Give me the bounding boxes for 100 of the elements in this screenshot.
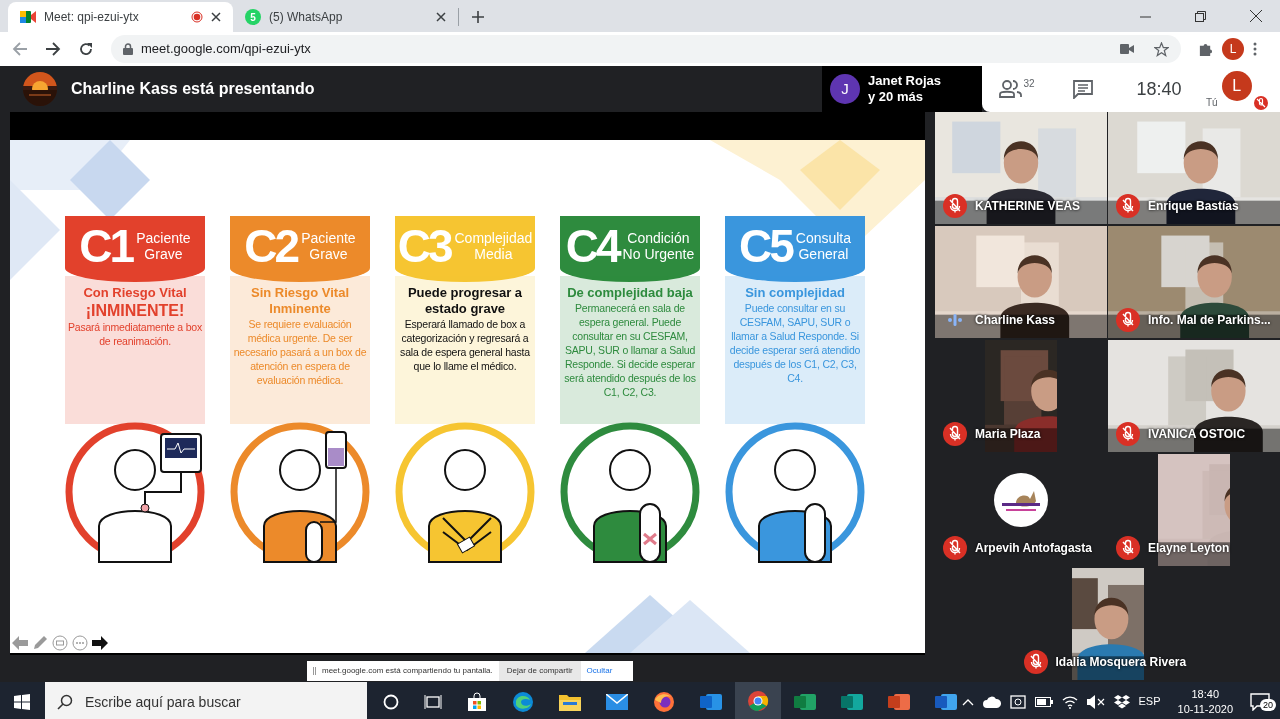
mail-icon[interactable]	[606, 693, 628, 710]
task-view-icon[interactable]	[424, 693, 442, 710]
participant-tile[interactable]: Info. Mal de Parkins...	[1108, 226, 1280, 338]
stop-sharing-button[interactable]: Dejar de compartir	[498, 661, 581, 681]
category-title: Paciente	[136, 230, 191, 246]
cloud-icon[interactable]	[982, 695, 1001, 708]
category-code: C1	[79, 223, 133, 269]
card-heading: Sin Riesgo Vital Inminente	[250, 285, 350, 317]
card-text: Puede consultar en su CESFAM, SAPU, SUR o llamar a Salud Responde. Si decide esperar será atendido después de los C1, C2, C3, C4.	[728, 301, 862, 385]
drag-handle-icon[interactable]	[313, 667, 316, 675]
edge-icon[interactable]	[512, 690, 534, 713]
meeting-clock: 18:40	[1135, 77, 1183, 101]
notification-count: 20	[1260, 698, 1276, 711]
lock-icon	[123, 43, 133, 55]
hide-link[interactable]: Ocultar	[586, 665, 613, 677]
publisher-icon[interactable]	[841, 691, 863, 712]
star-icon[interactable]	[1154, 41, 1169, 57]
taskbar-time: 18:40	[1191, 686, 1220, 702]
video-camera-icon[interactable]	[1120, 44, 1134, 54]
outlook-icon[interactable]	[700, 691, 722, 712]
tray-app-icon[interactable]	[1009, 693, 1026, 710]
chat-icon[interactable]	[1073, 79, 1093, 99]
chevron-up-icon[interactable]	[961, 697, 974, 706]
people-icon[interactable]	[999, 80, 1024, 98]
category-code: C2	[244, 223, 298, 269]
puzzle-icon[interactable]	[1198, 41, 1213, 57]
more-count: y 20 más	[868, 89, 924, 105]
card-text: Permanecerá en sala de espera general. Puede consultar en su CESFAM, SAPU, SUR o llamar a Salud Responde. Si decide esperar será atendido después de los C1, C2, C3.	[563, 301, 697, 399]
pen-icon[interactable]	[32, 635, 48, 651]
forward-arrow-icon[interactable]	[45, 41, 61, 57]
clock[interactable]: 18:40 10-11-2020	[1177, 686, 1233, 717]
participant-avatar: J	[830, 74, 860, 104]
windows-start-icon[interactable]	[14, 693, 30, 710]
participant-name: Idalia Mosquera Rivera	[1055, 654, 1187, 671]
card-heading: Con Riesgo Vital	[83, 285, 187, 301]
self-avatar[interactable]: L	[1221, 71, 1252, 101]
video-camera-icon	[20, 10, 36, 24]
tab-title: (5) WhatsApp	[269, 9, 344, 26]
search-icon	[57, 694, 73, 710]
category-title: Consulta	[795, 230, 852, 246]
language-indicator[interactable]: ESP	[1138, 693, 1161, 710]
participant-name: Info. Mal de Parkins...	[1148, 312, 1271, 329]
word-icon[interactable]	[935, 691, 957, 712]
category-title: Condición	[627, 230, 690, 246]
card-heading: De complejidad baja	[567, 285, 693, 301]
restore-icon[interactable]	[1195, 10, 1206, 22]
taskbar-date: 10-11-2020	[1177, 701, 1233, 717]
reload-icon[interactable]	[78, 41, 94, 57]
profile-avatar[interactable]: L	[1222, 38, 1244, 60]
participant-name: Elayne Leyton	[1148, 540, 1230, 557]
folder-icon[interactable]	[559, 692, 581, 711]
card-text: Se requiere evaluación médica urgente. De ser necesario pasará a un box de atención en espera de evaluación médica.	[232, 317, 368, 387]
category-title: No Urgente	[622, 246, 695, 262]
people-count: 32	[1023, 77, 1035, 91]
next-arrow-icon[interactable]	[92, 636, 108, 650]
store-icon[interactable]	[467, 691, 487, 712]
new-tab-icon[interactable]	[471, 10, 485, 24]
presenter-text: Charline Kass está presentando	[71, 79, 315, 99]
category-title: Paciente	[301, 230, 356, 246]
card-text: Esperará llamado de box a categorización y regresará a sala de espera general hasta que lo llame el médico.	[399, 317, 531, 373]
chrome-icon[interactable]	[747, 689, 769, 712]
browser-tab[interactable]: Meet: qpi-ezui-ytx	[8, 2, 233, 32]
slides-icon[interactable]	[52, 635, 68, 651]
firefox-icon[interactable]	[653, 690, 675, 713]
card-heading: Sin complejidad	[745, 285, 845, 301]
address-field[interactable]: meet.google.com/qpi-ezui-ytx	[111, 35, 1181, 63]
tab-badge: 5	[245, 9, 261, 25]
participant-name: Janet Rojas	[868, 73, 941, 89]
participants-preview[interactable]: J Janet Rojas y 20 más	[822, 66, 982, 112]
category-title: Complejidad	[454, 230, 533, 246]
back-arrow-icon[interactable]	[12, 41, 28, 57]
category-title: Grave	[309, 246, 348, 262]
participant-name: Enrique Bastías	[1148, 198, 1239, 215]
category-title: Grave	[144, 246, 183, 262]
card-heading: Puede progresar a estado grave	[406, 285, 524, 317]
dropbox-icon[interactable]	[1113, 694, 1130, 709]
self-label: Tú	[1206, 96, 1218, 110]
close-icon[interactable]	[436, 12, 446, 22]
wifi-icon[interactable]	[1061, 694, 1078, 709]
category-code: C5	[738, 223, 792, 269]
taskbar-search-field[interactable]: Escribe aquí para buscar	[45, 682, 367, 719]
category-code: C4	[565, 223, 619, 269]
participant-name: Arpevih Antofagasta	[975, 540, 1092, 557]
cortana-icon[interactable]	[383, 693, 399, 710]
participant-name: Maria Plaza	[975, 426, 1041, 443]
battery-icon	[1034, 696, 1053, 707]
menu-icon[interactable]	[1253, 42, 1257, 56]
excel-icon[interactable]	[794, 691, 816, 712]
volume-muted-icon[interactable]	[1086, 694, 1105, 709]
alert-text: ¡INMINENTE!	[85, 301, 185, 320]
url-text: meet.google.com/qpi-ezui-ytx	[141, 40, 312, 59]
participant-tile[interactable]: Enrique Bastías	[1108, 112, 1280, 224]
powerpoint-icon[interactable]	[888, 691, 910, 712]
category-title: General	[798, 246, 849, 262]
close-icon[interactable]	[1250, 10, 1262, 22]
card-text: Pasará inmediatamente a box de reanimación.	[67, 320, 203, 348]
tab-title: Meet: qpi-ezui-ytx	[44, 9, 140, 26]
previous-arrow-icon[interactable]	[12, 636, 28, 650]
category-code: C3	[397, 223, 451, 269]
close-icon[interactable]	[211, 12, 221, 22]
